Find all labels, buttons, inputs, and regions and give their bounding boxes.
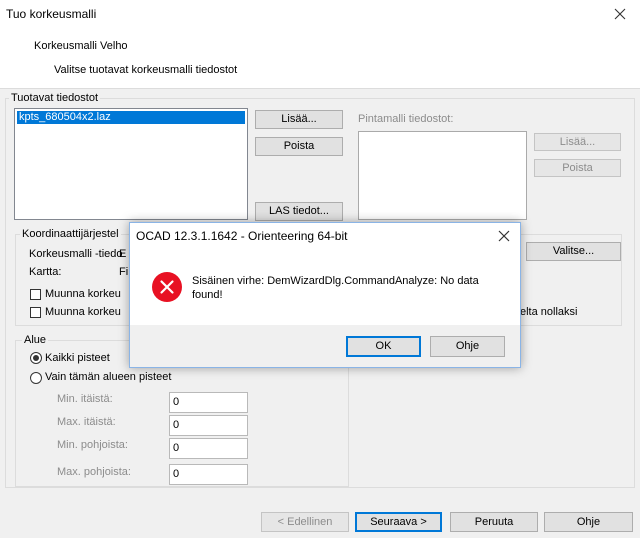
surface-files-label: Pintamalli tiedostot: (358, 113, 454, 125)
ok-button[interactable]: OK (346, 336, 421, 357)
map-label: Kartta: (29, 266, 62, 278)
coord-group-label: Koordinaattijärjestel (20, 228, 121, 240)
add-file-button[interactable]: Lisää... (255, 110, 343, 129)
radio-area-points-label: Vain tämän alueen pisteet (45, 371, 172, 383)
radio-all-points[interactable] (30, 352, 42, 364)
dem-file-label: Korkeusmalli -tiedo (29, 248, 123, 260)
map-value: Fi (119, 266, 129, 278)
surface-files-listbox[interactable] (358, 131, 527, 220)
area-group-label: Alue (22, 334, 49, 346)
convert-height-checkbox-1[interactable] (30, 289, 41, 300)
min-east-field[interactable]: 0 (169, 392, 248, 413)
error-icon (151, 271, 183, 303)
max-east-field[interactable]: 0 (169, 415, 248, 436)
wizard-header: Korkeusmalli Velho Valitse tuotavat kork… (0, 28, 640, 89)
max-east-label: Max. itäistä: (57, 416, 116, 428)
cancel-button[interactable]: Peruuta (450, 512, 538, 532)
min-north-field[interactable]: 0 (169, 438, 248, 459)
error-dialog-title: OCAD 12.3.1.1642 - Orienteering 64-bit (136, 229, 348, 243)
title-bar: Tuo korkeusmalli (0, 0, 640, 28)
min-north-label: Min. pohjoista: (57, 439, 128, 451)
convert-height-label-1: Muunna korkeu (45, 288, 121, 300)
header-subtitle: Valitse tuotavat korkeusmalli tiedostot (54, 64, 238, 76)
next-button[interactable]: Seuraava > (355, 512, 442, 532)
close-icon[interactable] (610, 4, 630, 24)
dem-file-value: E (119, 248, 127, 260)
convert-height-checkbox-2[interactable] (30, 307, 41, 318)
las-info-button[interactable]: LAS tiedot... (255, 202, 343, 221)
files-group-label: Tuotavat tiedostot (9, 92, 101, 104)
convert-height-label-2: Muunna korkeu (45, 306, 121, 318)
error-dialog-footer: OK Ohje (130, 325, 520, 367)
files-listbox[interactable]: kpts_680504x2.laz (14, 108, 248, 220)
error-message-line2: found! (192, 289, 223, 301)
window-title: Tuo korkeusmalli (6, 7, 97, 21)
remove-surface-button[interactable]: Poista (534, 159, 621, 177)
help-button[interactable]: Ohje (544, 512, 633, 532)
close-icon[interactable] (494, 226, 514, 246)
error-dialog: OCAD 12.3.1.1642 - Orienteering 64-bit S… (129, 222, 521, 368)
error-message-line1: Sisäinen virhe: DemWizardDlg.CommandAnal… (192, 275, 479, 287)
back-button[interactable]: < Edellinen (261, 512, 349, 532)
max-north-field[interactable]: 0 (169, 464, 248, 485)
list-item[interactable]: kpts_680504x2.laz (17, 111, 245, 124)
header-title: Korkeusmalli Velho (34, 40, 128, 52)
min-east-label: Min. itäistä: (57, 393, 113, 405)
radio-area-points[interactable] (30, 372, 42, 384)
max-north-label: Max. pohjoista: (57, 466, 131, 478)
convert-height-suffix: elta nollaksi (520, 306, 578, 318)
remove-file-button[interactable]: Poista (255, 137, 343, 156)
radio-all-points-label: Kaikki pisteet (45, 352, 110, 364)
dialog-help-button[interactable]: Ohje (430, 336, 505, 357)
select-coord-button[interactable]: Valitse... (526, 242, 621, 261)
add-surface-button[interactable]: Lisää... (534, 133, 621, 151)
